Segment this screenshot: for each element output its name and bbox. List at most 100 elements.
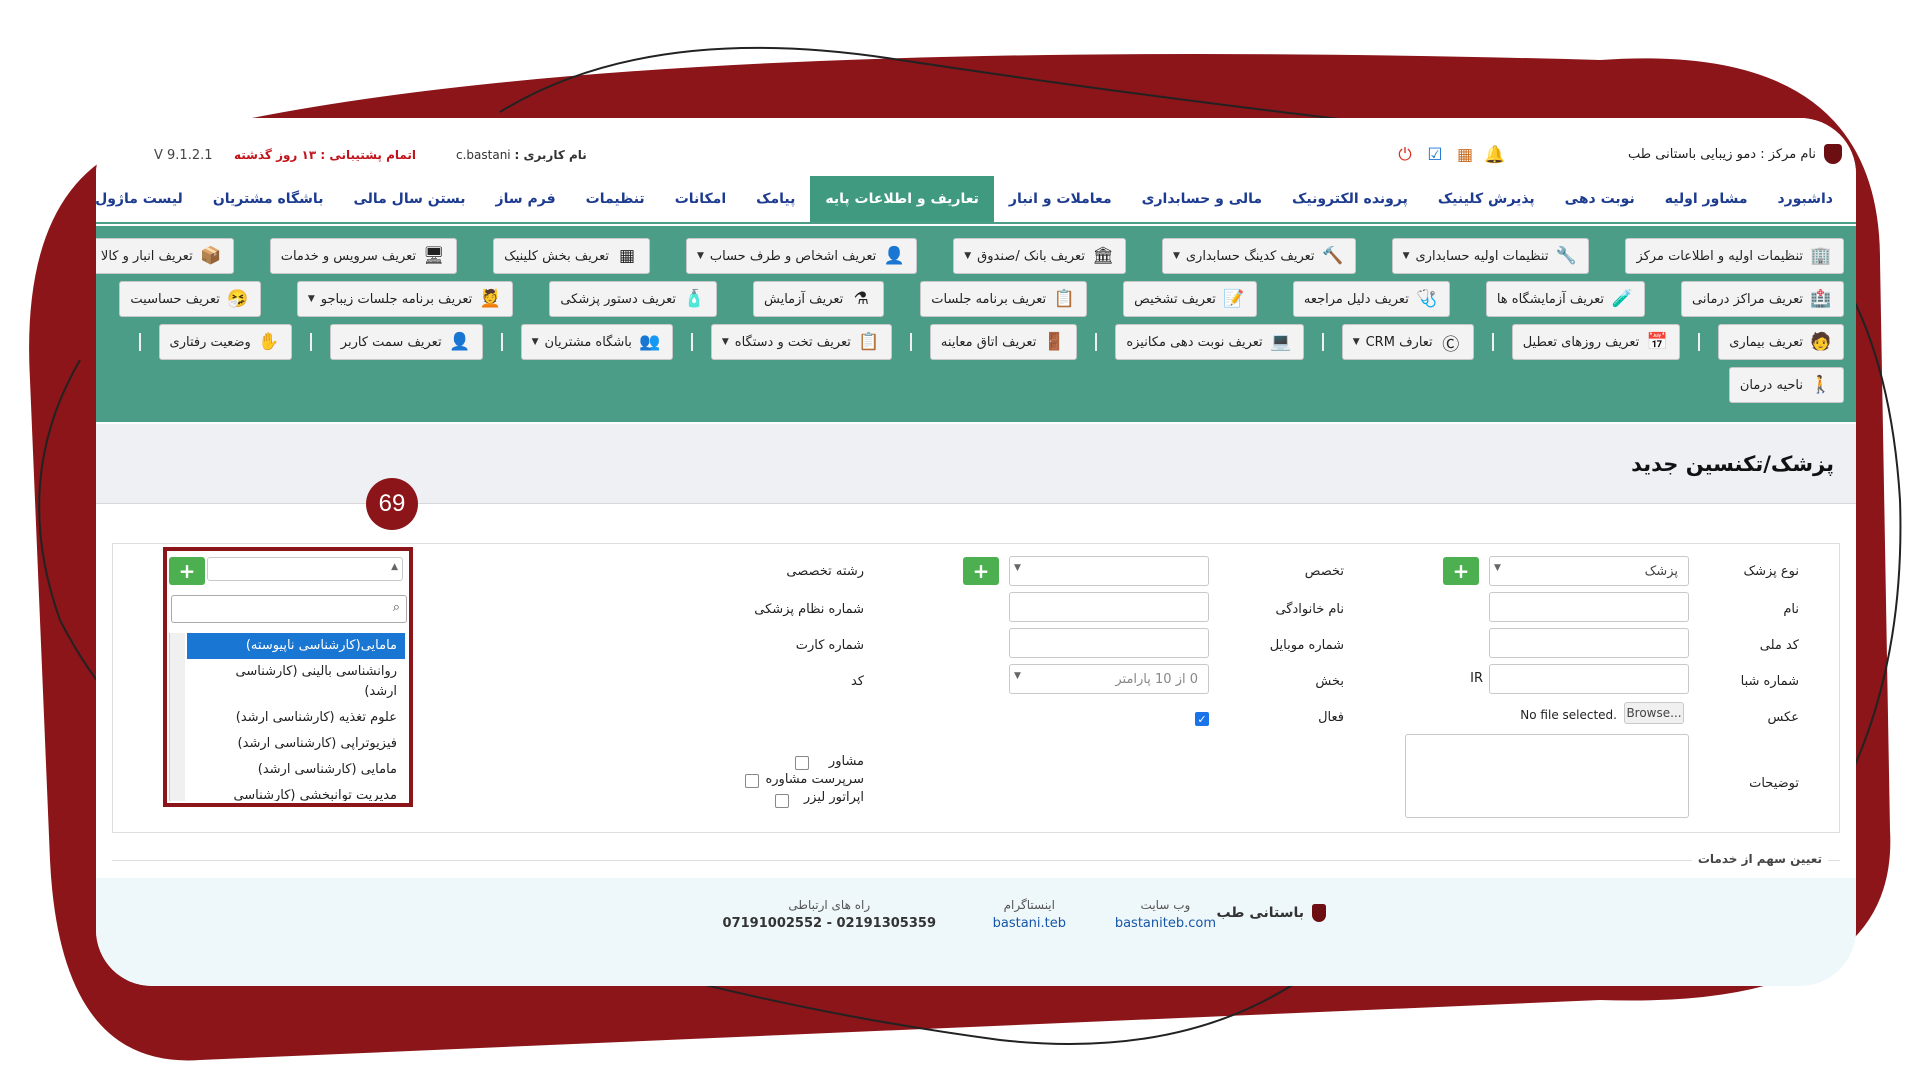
menu-item-12[interactable]: بستن سال مالی [338,176,480,222]
menu-item-6[interactable]: معاملات و انبار [994,176,1127,222]
instagram-label: اینستاگرام [1003,898,1055,912]
department-select[interactable]: 0 از 10 پارامتر ▼ [1009,664,1209,694]
submenu-row3-btn-1[interactable]: 📅 تعریف روزهای تعطیل [1511,324,1681,360]
submenu-row1-btn-3[interactable]: 🏛 تعریف بانک /صندوق ▼ [953,238,1126,274]
dropdown-search-input[interactable]: ⌕ [171,595,407,623]
sub-row-2: 🏥 تعریف مراکز درمانی 🧪 تعریف آزمایشگاه ها 🩺 ت… [108,281,1844,317]
calendar-icon[interactable]: ▦ [1454,144,1476,166]
submenu-row2-btn-6[interactable]: 🧴 تعریف دستور پزشکی [549,281,718,317]
submenu-row2-btn-0[interactable]: 🏥 تعریف مراکز درمانی [1681,281,1844,317]
submenu-row2-btn-1[interactable]: 🧪 تعریف آزمایشگاه ها [1485,281,1646,317]
menu-item-14[interactable]: لیست ماژول ها [96,176,198,222]
national-code-input[interactable] [1489,628,1689,658]
submenu-label: تعریف اشخاص و طرف حساب [709,248,877,264]
browse-button[interactable]: Browse... [1624,702,1684,724]
field-dropdown-panel: ▲ + ⌕ مامایی(کارشناسی ناپیوسته) روانشناسی… [163,547,413,807]
submenu-row1-btn-4[interactable]: 👤 تعریف اشخاص و طرف حساب ▼ [685,238,918,274]
submenu-row1-btn-2[interactable]: 🔨 تعریف کدینگ حسابداری ▼ [1161,238,1356,274]
dropdown-scrollbar[interactable] [169,633,185,801]
notes-textarea[interactable] [1405,734,1689,818]
field-select[interactable]: ▲ [207,557,403,581]
submenu-row3-btn-4[interactable]: 🚪 تعریف اتاق معاینه [929,324,1078,360]
doctor-type-select[interactable]: پزشک ▼ [1489,556,1689,586]
submenu-label: تعریف آزمایش [764,291,844,307]
menu-item-7[interactable]: تعاریف و اطلاعات پایه [810,176,994,222]
specialty-select[interactable]: ▼ [1009,556,1209,586]
menu-item-9[interactable]: امکانات [660,176,741,222]
sheba-input[interactable] [1489,664,1689,694]
submenu-row3-btn-2[interactable]: Ⓒ تعارف CRM ▼ [1341,324,1474,360]
bell-icon[interactable]: 🔔 [1484,144,1506,166]
hand-icon: ✋ [258,332,280,352]
menu-item-10[interactable]: تنظیمات [571,176,660,222]
submenu-label: تعریف تشخیص [1134,291,1216,307]
body-icon: 🚶 [1810,375,1832,395]
sub-row-4: 🚶 ناحیه درمان [108,367,1844,403]
consultant-label: مشاور [828,754,864,769]
app-window: نام مرکز : دمو زیبایی باستانی طب ⏻ ☑ ▦ 🔔… [96,118,1856,986]
submenu-label: تعریف حساسیت [130,291,220,307]
laser-checkbox[interactable] [775,794,789,808]
active-checkbox[interactable]: ✓ [1195,712,1209,726]
dropdown-list[interactable]: مامایی(کارشناسی ناپیوسته) روانشناسی بالین… [169,633,405,801]
submenu-row2-btn-5[interactable]: ⚗ تعریف آزمایش [753,281,885,317]
menu-item-4[interactable]: پرونده الکترونیک [1277,176,1423,222]
dropdown-option[interactable]: فیزیوتراپی (کارشناسی ارشد) [187,731,405,757]
separator [909,333,912,351]
add-doctor-type-button[interactable]: + [1443,557,1479,585]
submenu-row1-btn-5[interactable]: ▦ تعریف بخش کلینیک [493,238,650,274]
add-field-button[interactable]: + [169,557,205,585]
dropdown-option[interactable]: روانشناسی بالینی (کارشناسی ارشد) [187,659,405,705]
menu-item-8[interactable]: پیامک [741,176,810,222]
submenu-row3-btn-6[interactable]: 👥 باشگاه مشتریان ▼ [520,324,673,360]
submenu-row3-btn-5[interactable]: 📋 تعریف تخت و دستگاه ▼ [710,324,892,360]
submenu-label: تعریف آزمایشگاه ها [1496,291,1605,307]
share-title: تعیین سهم از خدمات [1691,852,1828,866]
submenu-row1-btn-6[interactable]: 🖥 تعریف سرویس و خدمات [269,238,458,274]
submenu-row3-btn-7[interactable]: 👤 تعریف سمت کاربر [329,324,483,360]
menu-item-3[interactable]: پذیرش کلینیک [1423,176,1550,222]
menu-item-1[interactable]: مشاور اولیه [1650,176,1763,222]
user-value: c.bastani [456,148,511,162]
name-input[interactable] [1489,592,1689,622]
computer-icon: 💻 [1270,332,1292,352]
power-icon[interactable]: ⏻ [1394,144,1416,166]
main-menu: داشبورد مشاور اولیه نوبت دهی پذیرش کلینیک پر… [96,176,1856,224]
add-specialty-button[interactable]: + [963,557,999,585]
submenu-label: تعریف کدینگ حسابداری [1185,248,1315,264]
submenu-row2-btn-2[interactable]: 🩺 تعریف دلیل مراجعه [1292,281,1450,317]
chevron-down-icon: ▼ [1494,563,1501,573]
submenu-row2-btn-4[interactable]: 📋 تعریف برنامه جلسات [920,281,1088,317]
submenu-row4-btn-0[interactable]: 🚶 ناحیه درمان [1728,367,1844,403]
supervisor-checkbox[interactable] [745,774,759,788]
menu-item-5[interactable]: مالی و حسابداری [1127,176,1277,222]
separator [690,333,693,351]
submenu-row1-btn-7[interactable]: 📦تعریف انبار و کالا▼ [96,238,234,274]
dropdown-option[interactable]: مامایی (کارشناسی ارشد) [187,757,405,783]
consultant-checkbox[interactable] [795,756,809,770]
dropdown-option[interactable]: علوم تغذیه (کارشناسی ارشد) [187,705,405,731]
family-input[interactable] [1009,592,1209,622]
submenu-row3-btn-8[interactable]: ✋ وضعیت رفتاری [158,324,292,360]
submenu-row3-btn-0[interactable]: 🧑 تعریف بیماری [1718,324,1844,360]
mobile-input[interactable] [1009,628,1209,658]
submenu-row3-btn-3[interactable]: 💻 تعریف نوبت دهی مکانیزه [1115,324,1304,360]
menu-item-13[interactable]: باشگاه مشتریان [198,176,339,222]
menu-item-11[interactable]: فرم ساز [481,176,571,222]
separator [138,333,141,351]
submenu-label: تعریف روزهای تعطیل [1522,334,1640,350]
submenu-row2-btn-7[interactable]: 💆 تعریف برنامه جلسات زیباجو ▼ [296,281,514,317]
dropdown-option[interactable]: مدیریت توانبخشی (کارشناسی ارشد) [187,783,405,801]
submenu-label: تعریف دلیل مراجعه [1303,291,1409,307]
instagram-link[interactable]: bastani.teb [993,916,1066,931]
submenu-row2-btn-3[interactable]: 📝 تعریف تشخیص [1123,281,1257,317]
submenu-row1-btn-1[interactable]: 🔧 تنظیمات اولیه حسابداری ▼ [1391,238,1590,274]
menu-item-2[interactable]: نوبت دهی [1550,176,1650,222]
calendar-check-icon[interactable]: ☑ [1424,144,1446,166]
menu-item-0[interactable]: داشبورد [1763,176,1849,222]
website-link[interactable]: bastaniteb.com [1115,916,1216,931]
doctor-form: نوع پزشک پزشک ▼ + نام کد ملی شماره شبا IR… [112,543,1840,833]
dropdown-option[interactable]: مامایی(کارشناسی ناپیوسته) [187,633,405,659]
submenu-row1-btn-0[interactable]: 🏢 تنظیمات اولیه و اطلاعات مرکز [1625,238,1844,274]
submenu-row2-btn-8[interactable]: 🤧 تعریف حساسیت [119,281,261,317]
